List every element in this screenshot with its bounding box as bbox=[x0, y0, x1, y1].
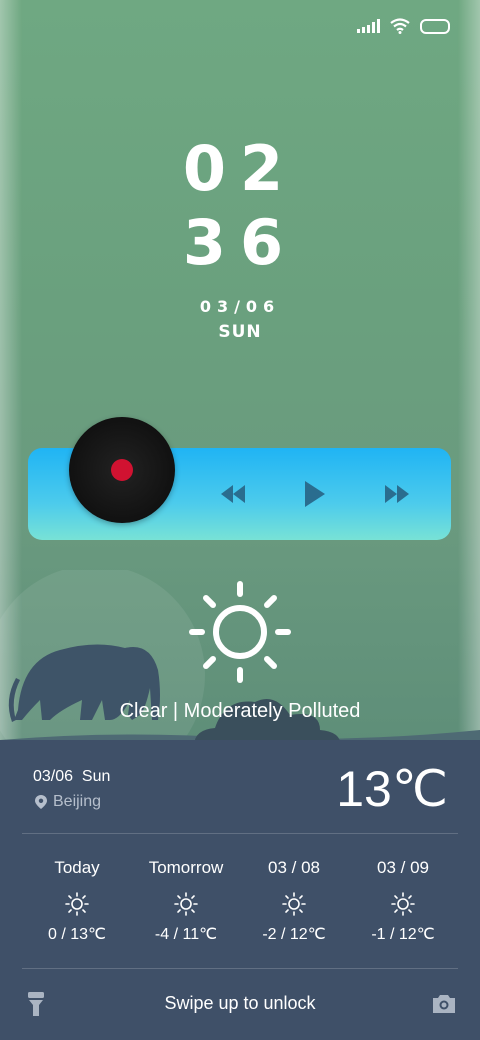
status-bar bbox=[357, 18, 450, 34]
forecast-range: -2 / 12℃ bbox=[262, 926, 326, 943]
battery-icon bbox=[420, 18, 450, 34]
clock-hours: 02 bbox=[182, 132, 298, 205]
clock-date: 03/06 bbox=[199, 297, 281, 316]
sun-small-icon bbox=[65, 892, 89, 916]
sun-small-icon bbox=[174, 892, 198, 916]
weather-location[interactable]: Beijing bbox=[35, 793, 101, 811]
current-temperature: 13℃ bbox=[336, 761, 448, 817]
location-pin-icon bbox=[35, 795, 47, 809]
rewind-icon[interactable] bbox=[217, 478, 251, 510]
forecast-day: Tomorrow -4 / 11℃ bbox=[136, 858, 236, 944]
location-label: Beijing bbox=[53, 793, 102, 810]
sun-icon bbox=[189, 581, 291, 683]
clock-weekday: SUN bbox=[218, 322, 262, 342]
swipe-unlock-hint[interactable]: Swipe up to unlock bbox=[0, 993, 480, 1014]
play-icon[interactable] bbox=[298, 478, 332, 510]
forecast-day-label: 03 / 09 bbox=[377, 858, 429, 877]
clock-minutes: 36 bbox=[182, 206, 298, 279]
lock-screen: 02 36 03/06 SUN Clear | Moderately Pollu… bbox=[0, 0, 480, 1040]
forecast-day: 03 / 08 -2 / 12℃ bbox=[244, 858, 344, 944]
sun-small-icon bbox=[391, 892, 415, 916]
forecast-day-label: 03 / 08 bbox=[268, 858, 320, 877]
divider bbox=[22, 833, 458, 834]
forecast-day-label: Today bbox=[54, 858, 100, 877]
disc-center bbox=[111, 459, 133, 481]
forecast-day: Today 0 / 13℃ bbox=[27, 858, 127, 944]
forecast-day-label: Tomorrow bbox=[148, 858, 224, 877]
weather-date: 03/06 Sun bbox=[33, 768, 111, 785]
camera-icon[interactable] bbox=[432, 994, 456, 1014]
forecast-range: -4 / 11℃ bbox=[154, 926, 218, 943]
forecast-range: 0 / 13℃ bbox=[48, 926, 106, 943]
fast-forward-icon[interactable] bbox=[380, 478, 414, 510]
album-disc[interactable] bbox=[69, 417, 175, 523]
divider bbox=[22, 968, 458, 969]
signal-icon bbox=[357, 19, 380, 33]
wifi-icon bbox=[390, 18, 410, 34]
weather-condition: Clear | Moderately Polluted bbox=[119, 700, 361, 722]
forecast-day: 03 / 09 -1 / 12℃ bbox=[353, 858, 453, 944]
sun-small-icon bbox=[282, 892, 306, 916]
forecast-range: -1 / 12℃ bbox=[371, 926, 435, 943]
